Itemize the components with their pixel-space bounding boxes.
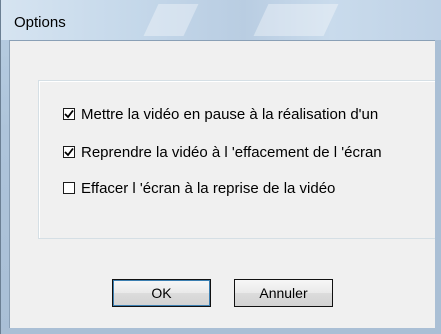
- window-border-bottom: [1, 328, 441, 334]
- title-bar-glass: [143, 4, 199, 36]
- title-bar-glass: [253, 4, 339, 36]
- dialog-client-area: Mettre la vidéo en pause à la réalisatio…: [9, 40, 441, 329]
- checkbox-resume-video[interactable]: [63, 146, 75, 158]
- title-bar[interactable]: Options: [1, 0, 441, 40]
- option-resume-video[interactable]: Reprendre la vidéo à l 'effacement de l …: [63, 142, 441, 162]
- dialog-title: Options: [14, 14, 66, 31]
- checkmark-icon: [64, 109, 74, 119]
- option-label: Effacer l 'écran à la reprise de la vidé…: [81, 179, 336, 197]
- checkmark-icon: [64, 147, 74, 157]
- cancel-button[interactable]: Annuler: [234, 279, 333, 307]
- dialog-window: Options Mettre la vidéo en pause à la ré…: [0, 0, 441, 334]
- option-clear-screen[interactable]: Effacer l 'écran à la reprise de la vidé…: [63, 178, 441, 198]
- option-label: Mettre la vidéo en pause à la réalisatio…: [81, 105, 379, 123]
- ok-button[interactable]: OK: [112, 279, 211, 307]
- option-label: Reprendre la vidéo à l 'effacement de l …: [81, 143, 382, 161]
- option-pause-video[interactable]: Mettre la vidéo en pause à la réalisatio…: [63, 104, 441, 124]
- window-border-right: [435, 40, 441, 334]
- checkbox-clear-screen[interactable]: [63, 182, 75, 194]
- options-group-box: Mettre la vidéo en pause à la réalisatio…: [38, 80, 438, 239]
- checkbox-pause-video[interactable]: [63, 108, 75, 120]
